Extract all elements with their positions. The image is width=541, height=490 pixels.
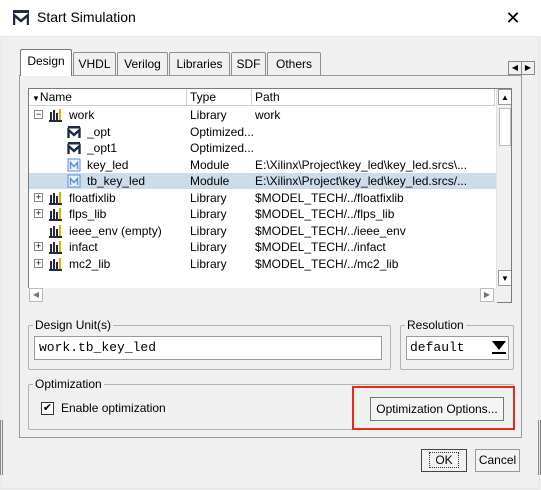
row-type: Library [190,190,227,205]
row-name: tb_key_led [87,174,146,188]
scroll-thumb[interactable] [499,108,511,146]
library-icon [49,240,63,254]
column-header-path[interactable]: Path [252,89,495,106]
modelsim-app-icon [13,10,29,25]
sort-down-icon: ▼ [32,94,40,103]
ok-button[interactable]: OK [421,449,467,472]
row-path: $MODEL_TECH/../ieee_env [255,223,406,238]
background-window-edge-right [535,420,541,475]
enable-optimization-checkbox[interactable]: ✔ [41,402,54,415]
background-window-edge-left [0,420,6,475]
table-row[interactable]: − work Library work [29,107,497,123]
row-type: Optimized... [190,124,254,139]
tab-vhdl[interactable]: VHDL [73,52,116,75]
expand-icon[interactable]: + [34,242,43,251]
library-icon [49,257,63,271]
row-type: Library [190,223,227,238]
row-type: Module [190,174,230,188]
tab-verilog[interactable]: Verilog [117,52,168,75]
optimization-legend: Optimization [35,377,102,391]
row-name: mc2_lib [69,256,111,271]
module-icon [67,174,81,188]
design-library-list[interactable]: ▼Name Type Path − work Library work _opt Opti… [28,88,512,303]
horizontal-scrollbar[interactable]: ◀ ▶ [28,288,497,303]
tab-libraries[interactable]: Libraries [169,52,230,75]
ok-button-label: OK [429,452,459,468]
optimized-icon [67,141,81,155]
column-header-type[interactable]: Type [187,89,252,106]
row-type: Optimized... [190,141,254,155]
window-title: Start Simulation [37,9,136,25]
row-name: key_led [87,157,129,172]
row-name: _opt1 [87,141,118,155]
row-path: $MODEL_TECH/../floatfixlib [255,190,404,205]
tab-scroll-left-icon[interactable]: ◀ [508,61,522,75]
row-path: $MODEL_TECH/../infact [255,240,386,254]
tab-design[interactable]: Design [20,49,72,76]
expand-icon[interactable]: + [34,192,43,202]
tab-sdf[interactable]: SDF [231,52,266,75]
scroll-left-icon[interactable]: ◀ [29,288,43,302]
table-row[interactable]: _opt Optimized... [29,124,497,140]
checkmark-icon: ✔ [42,402,53,414]
row-type: Module [190,157,230,172]
close-button[interactable]: ✕ [496,6,530,30]
row-path: E:\Xilinx\Project\key_led\key_led.srcs/.… [255,174,468,188]
table-row[interactable]: + mc2_lib Library $MODEL_TECH/../mc2_lib [29,256,497,272]
optimized-icon [67,125,81,139]
library-icon [49,191,63,205]
table-row[interactable]: key_led Module E:\Xilinx\Project\key_led\k… [29,157,497,173]
tab-others[interactable]: Others [267,52,321,75]
row-type: Library [190,207,227,221]
table-row[interactable]: + infact Library $MODEL_TECH/../infact [29,239,497,255]
expand-icon[interactable]: + [34,209,43,218]
enable-optimization-label[interactable]: Enable optimization [61,401,166,415]
table-row[interactable]: + floatfixlib Library $MODEL_TECH/../floatf… [29,190,497,206]
module-icon [67,158,81,172]
resolution-select[interactable]: default [406,336,509,360]
title-bar: Start Simulation ✕ [0,0,541,36]
row-name: _opt [87,124,111,139]
tab-scroll-right-icon[interactable]: ▶ [521,61,535,75]
optimization-options-button[interactable]: Optimization Options... [370,397,504,421]
row-path: $MODEL_TECH/../mc2_lib [255,256,399,271]
library-icon [49,224,63,238]
table-row[interactable]: + flps_lib Library $MODEL_TECH/../flps_lib [29,206,497,222]
resolution-legend: Resolution [407,318,464,332]
row-type: Library [190,108,227,122]
scroll-up-icon[interactable]: ▲ [498,89,511,105]
dropdown-arrow-icon [492,341,506,350]
collapse-icon[interactable]: − [34,110,43,119]
row-type: Library [190,240,227,254]
cancel-button[interactable]: Cancel [475,449,520,472]
design-unit-input[interactable]: work.tb_key_led [34,336,382,360]
table-row[interactable]: tb_key_led Module E:\Xilinx\Project\key_le… [29,173,497,189]
row-name: floatfixlib [69,190,116,205]
row-type: Library [190,256,227,271]
row-name: flps_lib [69,207,107,221]
vertical-scrollbar[interactable]: ▲ ▼ [496,89,511,302]
scroll-right-icon[interactable]: ▶ [480,288,494,302]
library-icon [49,108,63,122]
dropdown-arrow-base [492,352,506,354]
column-header-name[interactable]: ▼Name [29,89,187,106]
row-path: $MODEL_TECH/../flps_lib [255,207,395,221]
table-row[interactable]: ieee_env (empty) Library $MODEL_TECH/../ie… [29,223,497,239]
resolution-value: default [410,340,465,355]
scroll-down-icon[interactable]: ▼ [498,270,511,286]
expand-icon[interactable]: + [34,258,43,268]
table-row[interactable]: _opt1 Optimized... [29,140,497,156]
row-path: E:\Xilinx\Project\key_led\key_led.srcs\.… [255,157,468,172]
design-unit-legend: Design Unit(s) [35,318,112,332]
library-icon [49,207,63,221]
row-path: work [255,108,281,122]
row-name: infact [69,240,98,254]
row-name: ieee_env (empty) [69,223,162,238]
row-name: work [69,108,95,122]
